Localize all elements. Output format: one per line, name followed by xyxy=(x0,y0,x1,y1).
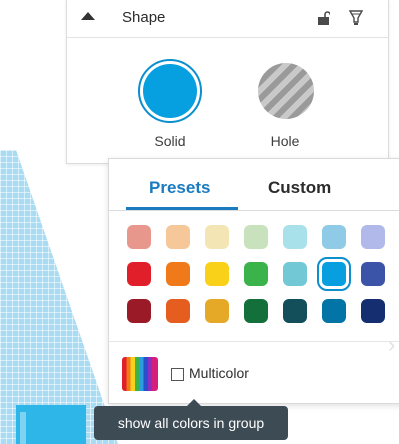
color-group-icon[interactable] xyxy=(122,357,158,391)
color-swatch[interactable] xyxy=(283,225,307,249)
solid-button[interactable] xyxy=(138,59,202,123)
collapse-caret-icon[interactable] xyxy=(81,12,95,20)
shape-panel: Shape Solid Hole xyxy=(66,0,389,164)
color-swatch[interactable] xyxy=(322,299,346,323)
color-swatch[interactable] xyxy=(283,262,307,286)
multicolor-checkbox[interactable] xyxy=(171,368,184,381)
color-swatch[interactable] xyxy=(127,225,151,249)
color-swatch[interactable] xyxy=(317,257,351,291)
hole-pattern-swatch xyxy=(258,63,314,119)
lightbulb-icon[interactable] xyxy=(349,9,363,26)
solid-color-swatch xyxy=(143,64,197,118)
hole-label: Hole xyxy=(270,133,300,149)
panel-divider xyxy=(109,341,399,342)
tooltip: show all colors in group xyxy=(94,406,288,440)
color-swatch[interactable] xyxy=(166,262,190,286)
tooltip-arrow xyxy=(187,399,201,406)
shape-panel-header: Shape xyxy=(67,0,388,38)
color-picker-panel: Presets Custom › Multicolor xyxy=(108,158,399,404)
color-swatch[interactable] xyxy=(244,262,268,286)
color-swatch[interactable] xyxy=(166,299,190,323)
multicolor-label: Multicolor xyxy=(189,365,249,381)
solid-label: Solid xyxy=(154,133,186,149)
color-swatch[interactable] xyxy=(244,225,268,249)
chevron-right-icon[interactable]: › xyxy=(388,334,399,356)
color-swatch[interactable] xyxy=(166,225,190,249)
tab-presets[interactable]: Presets xyxy=(149,178,210,198)
color-swatch[interactable] xyxy=(322,225,346,249)
color-swatch[interactable] xyxy=(205,299,229,323)
panel-title: Shape xyxy=(122,9,166,26)
color-swatch[interactable] xyxy=(244,299,268,323)
color-swatch[interactable] xyxy=(283,299,307,323)
color-swatch[interactable] xyxy=(361,225,385,249)
color-swatch[interactable] xyxy=(361,299,385,323)
workplane-shape xyxy=(16,405,86,444)
tab-custom[interactable]: Custom xyxy=(268,178,331,198)
hole-button[interactable] xyxy=(254,59,318,123)
color-swatch[interactable] xyxy=(205,225,229,249)
color-swatch[interactable] xyxy=(127,299,151,323)
lock-icon[interactable] xyxy=(317,11,330,25)
color-swatch[interactable] xyxy=(361,262,385,286)
color-swatch[interactable] xyxy=(127,262,151,286)
tabs-divider xyxy=(109,210,399,211)
color-tabs: Presets Custom xyxy=(109,159,399,211)
color-swatch[interactable] xyxy=(205,262,229,286)
workplane-shape-edge xyxy=(20,412,26,444)
